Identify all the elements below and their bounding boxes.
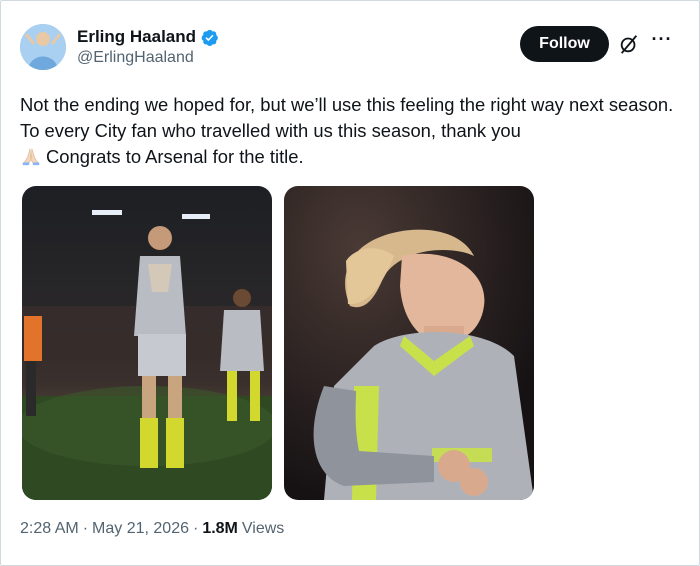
folded-hands-emoji-icon (22, 148, 40, 166)
verified-badge-icon[interactable] (200, 28, 219, 47)
views-count[interactable]: 1.8M (202, 520, 238, 538)
tweet-text: Not the ending we hoped for, but we’ll u… (20, 92, 680, 170)
photo-player-closeup[interactable] (284, 186, 534, 500)
follow-button[interactable]: Follow (520, 26, 609, 62)
display-name[interactable]: Erling Haaland (77, 27, 196, 47)
tweet-text-line2: Congrats to Arsenal for the title. (46, 146, 304, 167)
tweet-text-line1: Not the ending we hoped for, but we’ll u… (20, 94, 674, 141)
tweet-meta: 2:28 AM · May 21, 2026 · 1.8M Views (20, 520, 284, 538)
meta-separator: · (192, 520, 199, 537)
tweet-header: Erling Haaland @ErlingHaaland Follow ··· (20, 24, 680, 76)
media-grid (22, 186, 535, 500)
more-icon[interactable]: ··· (650, 30, 674, 54)
meta-separator: · (82, 520, 89, 537)
tweet-date[interactable]: May 21, 2026 (92, 520, 189, 538)
photo-player-applauding[interactable] (22, 186, 272, 500)
grok-icon[interactable] (618, 33, 640, 55)
views-label: Views (241, 520, 285, 537)
handle[interactable]: @ErlingHaaland (77, 49, 219, 67)
tweet-time[interactable]: 2:28 AM (20, 520, 79, 538)
avatar[interactable] (20, 24, 66, 70)
